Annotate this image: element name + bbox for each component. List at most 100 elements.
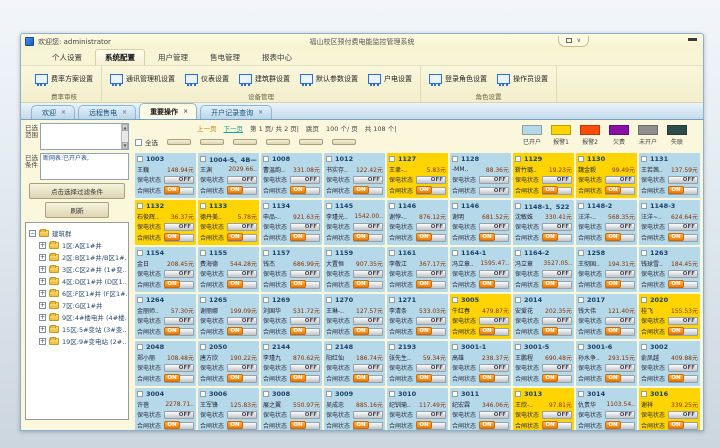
switch-status-toggle[interactable]: ON: [416, 375, 446, 383]
protect-status-toggle[interactable]: OFF: [542, 411, 572, 419]
expand-icon[interactable]: +: [39, 242, 46, 249]
tree-node[interactable]: + 15区:5#变站 (3#变…: [39, 324, 127, 334]
menu-tab[interactable]: 报表中心: [253, 50, 301, 65]
action-button[interactable]: [233, 139, 257, 145]
card-checkbox[interactable]: [326, 156, 332, 162]
prev-page-link[interactable]: 上一页: [197, 123, 217, 133]
card-checkbox[interactable]: [515, 391, 521, 397]
window-style-pill[interactable]: ∨: [558, 36, 589, 47]
expand-icon[interactable]: +: [39, 302, 46, 309]
switch-status-toggle[interactable]: ON: [479, 422, 509, 430]
choose-filter-button[interactable]: 点击选择过滤条件: [29, 183, 125, 199]
protect-status-toggle[interactable]: OFF: [227, 176, 257, 184]
protect-status-toggle[interactable]: OFF: [164, 176, 194, 184]
protect-status-toggle[interactable]: OFF: [227, 223, 257, 231]
switch-status-toggle[interactable]: ON: [479, 328, 509, 336]
close-icon[interactable]: ×: [183, 108, 188, 115]
card-checkbox[interactable]: [641, 391, 647, 397]
ribbon-button[interactable]: 建筑群设置: [239, 74, 290, 84]
card-checkbox[interactable]: [263, 344, 269, 350]
card-checkbox[interactable]: [515, 297, 521, 303]
protect-status-toggle[interactable]: OFF: [605, 411, 635, 419]
protect-status-toggle[interactable]: OFF: [416, 223, 446, 231]
protect-status-toggle[interactable]: OFF: [605, 223, 635, 231]
card-checkbox[interactable]: [326, 297, 332, 303]
card-checkbox[interactable]: [200, 156, 206, 162]
switch-status-toggle[interactable]: ON: [353, 328, 383, 336]
switch-status-toggle[interactable]: ON: [290, 375, 320, 383]
card-checkbox[interactable]: [452, 156, 458, 162]
switch-status-toggle[interactable]: ON: [290, 328, 320, 336]
document-tab[interactable]: 欢迎 ×: [31, 105, 75, 119]
switch-status-toggle[interactable]: ON: [353, 187, 383, 195]
selected-range-listbox[interactable]: ▲▼: [40, 123, 129, 150]
protect-status-toggle[interactable]: OFF: [668, 317, 698, 325]
protect-status-toggle[interactable]: OFF: [416, 270, 446, 278]
tree-node[interactable]: + 1区:A区1#井: [39, 240, 127, 250]
protect-status-toggle[interactable]: OFF: [479, 411, 509, 419]
protect-status-toggle[interactable]: OFF: [479, 223, 509, 231]
protect-status-toggle[interactable]: OFF: [353, 176, 383, 184]
card-checkbox[interactable]: [641, 250, 647, 256]
tree-node[interactable]: + 6区:F区1#井 (F区1#…: [39, 288, 127, 298]
expand-icon[interactable]: +: [39, 326, 46, 333]
menu-tab[interactable]: 系统配置: [95, 49, 145, 65]
protect-status-toggle[interactable]: OFF: [668, 411, 698, 419]
switch-status-toggle[interactable]: ON: [668, 422, 698, 430]
switch-status-toggle[interactable]: ON: [290, 422, 320, 430]
action-button[interactable]: [200, 139, 224, 145]
ribbon-button[interactable]: 费率方案设置: [35, 74, 93, 84]
switch-status-toggle[interactable]: ON: [605, 328, 635, 336]
card-checkbox[interactable]: [452, 391, 458, 397]
switch-status-toggle[interactable]: ON: [164, 281, 194, 289]
card-checkbox[interactable]: [515, 344, 521, 350]
protect-status-toggle[interactable]: OFF: [416, 176, 446, 184]
card-checkbox[interactable]: [137, 297, 143, 303]
switch-status-toggle[interactable]: OFF: [479, 187, 509, 195]
card-checkbox[interactable]: [137, 203, 143, 209]
close-icon[interactable]: ×: [61, 109, 66, 116]
card-checkbox[interactable]: [326, 391, 332, 397]
switch-status-toggle[interactable]: ON: [164, 375, 194, 383]
card-checkbox[interactable]: [389, 203, 395, 209]
switch-status-toggle[interactable]: ON: [416, 187, 446, 195]
listbox-scrollbar[interactable]: ▲▼: [121, 124, 128, 149]
card-checkbox[interactable]: [389, 391, 395, 397]
card-checkbox[interactable]: [389, 344, 395, 350]
collapse-icon[interactable]: −: [29, 230, 36, 237]
tree-node[interactable]: + 3区:C区2#井 (1#变…: [39, 264, 127, 274]
switch-status-toggle[interactable]: ON: [290, 281, 320, 289]
switch-status-toggle[interactable]: ON: [668, 281, 698, 289]
jump-page-link[interactable]: 跳页: [306, 123, 319, 133]
card-checkbox[interactable]: [389, 156, 395, 162]
document-tab[interactable]: 重要操作 ×: [139, 103, 197, 119]
card-checkbox[interactable]: [515, 203, 521, 209]
close-icon[interactable]: ×: [258, 109, 263, 116]
card-checkbox[interactable]: [263, 156, 269, 162]
protect-status-toggle[interactable]: OFF: [164, 223, 194, 231]
select-all-control[interactable]: 全选: [135, 137, 158, 147]
card-checkbox[interactable]: [452, 344, 458, 350]
protect-status-toggle[interactable]: OFF: [479, 317, 509, 325]
switch-status-toggle[interactable]: ON: [605, 281, 635, 289]
protect-status-toggle[interactable]: OFF: [605, 317, 635, 325]
switch-status-toggle[interactable]: ON: [353, 281, 383, 289]
protect-status-toggle[interactable]: OFF: [290, 270, 320, 278]
tree-node[interactable]: + 2区:B区1#井/B区1#…: [39, 252, 127, 262]
switch-status-toggle[interactable]: ON: [605, 375, 635, 383]
protect-status-toggle[interactable]: OFF: [164, 411, 194, 419]
menu-tab[interactable]: 个人设置: [43, 50, 91, 65]
tree-root[interactable]: − 建筑群: [29, 228, 127, 238]
switch-status-toggle[interactable]: ON: [227, 422, 257, 430]
protect-status-toggle[interactable]: OFF: [542, 364, 572, 372]
tree-node[interactable]: + 7区:G区1#井: [39, 300, 127, 310]
ribbon-button[interactable]: 仪表设置: [185, 74, 229, 84]
protect-status-toggle[interactable]: OFF: [290, 364, 320, 372]
card-checkbox[interactable]: [263, 297, 269, 303]
switch-status-toggle[interactable]: ON: [290, 234, 320, 242]
card-checkbox[interactable]: [641, 297, 647, 303]
card-checkbox[interactable]: [578, 297, 584, 303]
switch-status-toggle[interactable]: ON: [479, 281, 509, 289]
protect-status-toggle[interactable]: OFF: [416, 364, 446, 372]
switch-status-toggle[interactable]: ON: [227, 281, 257, 289]
